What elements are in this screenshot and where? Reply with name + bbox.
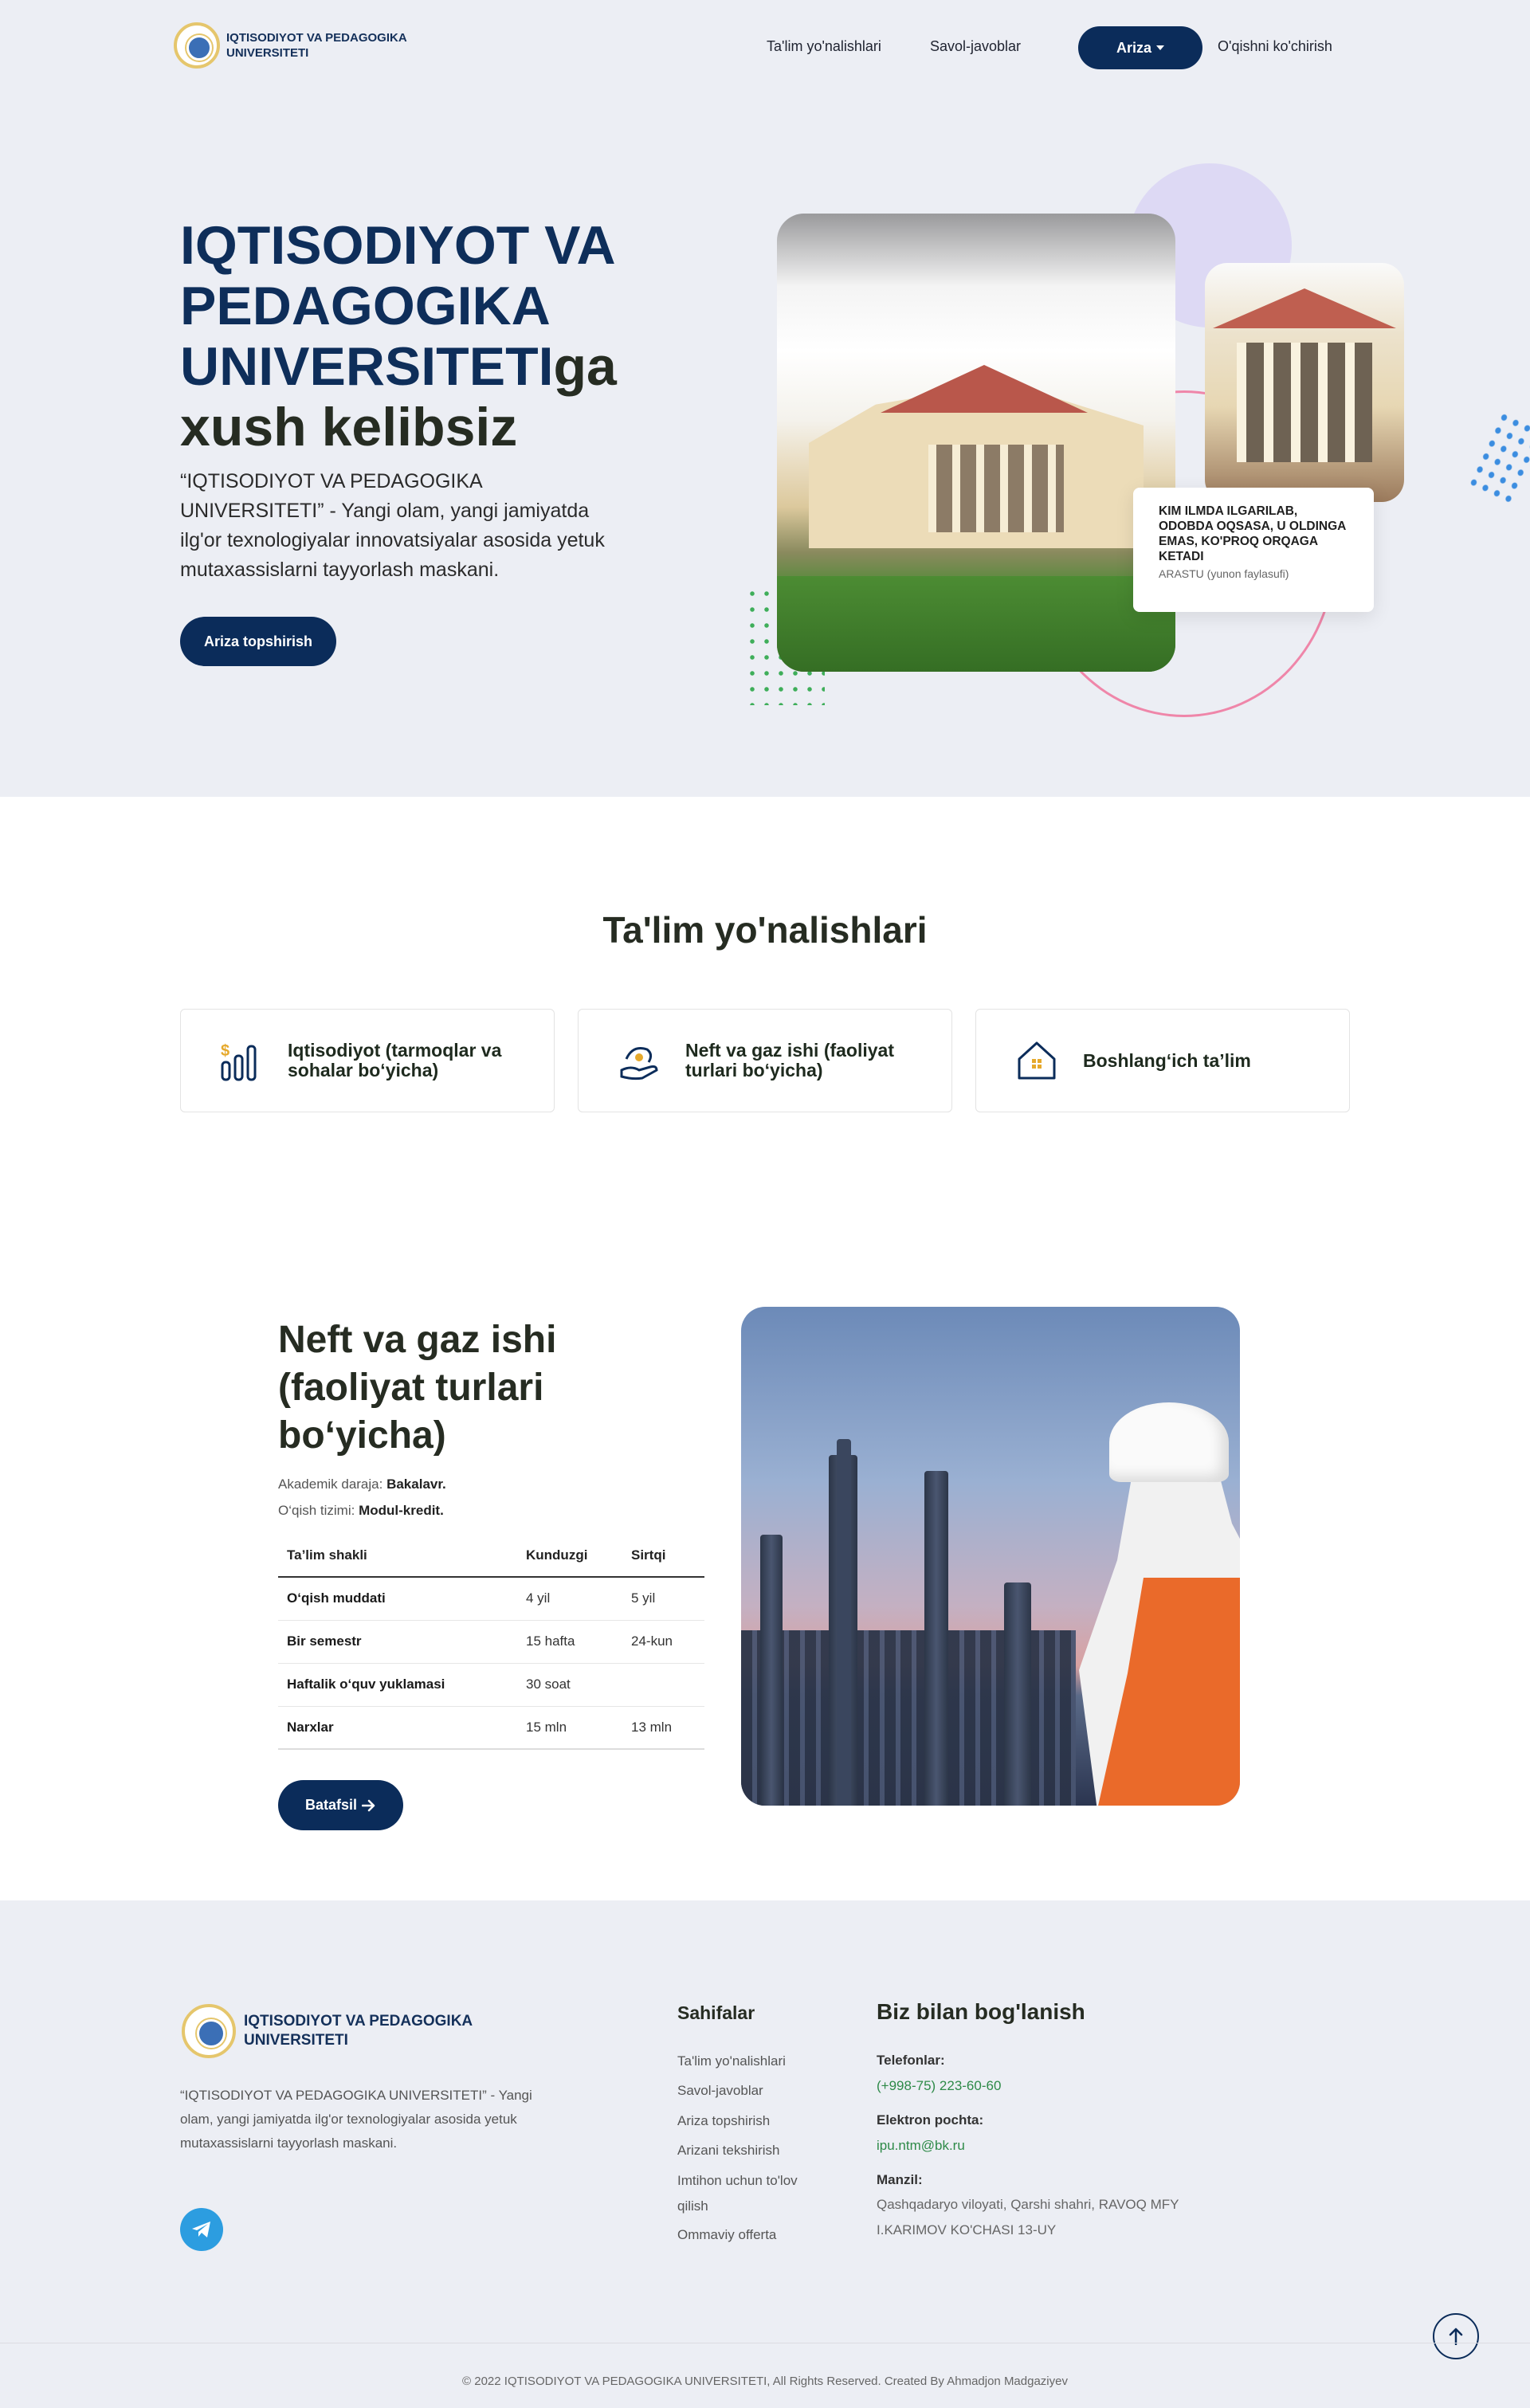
nav-link-directions[interactable]: Ta'lim yo'nalishlari xyxy=(767,38,881,55)
site-header: IQTISODIYOT VA PEDAGOGIKA UNIVERSITETI T… xyxy=(0,0,1530,96)
direction-label: Neft va gaz ishi (faoliyat turlari bo‘yi… xyxy=(685,1040,895,1080)
footer-logo[interactable]: IQTISODIYOT VA PEDAGOGIKA UNIVERSITETI xyxy=(182,2004,499,2058)
study-system-label: O‘qish tizimi: xyxy=(278,1503,355,1518)
telegram-icon xyxy=(192,2222,210,2237)
quote-author: ARASTU (yunon faylasufi) xyxy=(1159,567,1289,580)
degree-label: Akademik daraja: xyxy=(278,1477,383,1492)
table-cell: 5 yil xyxy=(622,1577,704,1621)
footer-link-faq[interactable]: Savol-javoblar xyxy=(677,2078,763,2104)
hero-title-university: IQTISODIYOT VA PEDAGOGIKA UNIVERSITETI xyxy=(180,215,614,397)
direction-card-oil-gas[interactable]: Neft va gaz ishi (faoliyat turlari bo‘yi… xyxy=(578,1009,952,1112)
footer-link-apply[interactable]: Ariza topshirish xyxy=(677,2108,770,2134)
details-button[interactable]: Batafsil xyxy=(278,1780,403,1830)
ariza-dropdown-button[interactable]: Ariza xyxy=(1078,26,1202,69)
table-cell: Bir semestr xyxy=(278,1620,517,1664)
details-label: Batafsil xyxy=(304,1797,358,1813)
university-emblem-icon xyxy=(182,2004,236,2058)
oil-refinery-engineer-photo xyxy=(741,1307,1240,1806)
hand-money-icon xyxy=(620,1047,658,1080)
degree-value: Bakalavr. xyxy=(386,1477,446,1492)
table-row: Haftalik o‘quv yuklamasi 30 soat xyxy=(278,1663,704,1707)
hero-title-welcome: xush kelibsiz xyxy=(180,397,518,457)
table-header-row: Ta’lim shakli Kunduzgi Sirtqi xyxy=(278,1535,704,1578)
address-label: Manzil: xyxy=(877,2172,923,2187)
table-header: Sirtqi xyxy=(622,1535,704,1578)
table-cell: 30 soat xyxy=(517,1663,622,1707)
ariza-label: Ariza xyxy=(1116,39,1151,56)
hero-title: IQTISODIYOT VA PEDAGOGIKA UNIVERSITETIga… xyxy=(180,215,690,457)
direction-label: Iqtisodiyot (tarmoqlar va sohalar bo‘yic… xyxy=(288,1040,502,1080)
table-row: Bir semestr 15 hafta 24-kun xyxy=(278,1620,704,1664)
university-emblem-icon xyxy=(174,22,220,69)
table-header: Ta’lim shakli xyxy=(278,1535,517,1578)
decor-confetti xyxy=(1464,408,1530,508)
program-table: Ta’lim shakli Kunduzgi Sirtqi O‘qish mud… xyxy=(278,1535,704,1750)
email-label: Elektron pochta: xyxy=(877,2112,984,2128)
phone-link[interactable]: (+998-75) 223-60-60 xyxy=(877,2078,1001,2094)
logo-text: IQTISODIYOT VA PEDAGOGIKA UNIVERSITETI xyxy=(226,31,407,60)
phone-label: Telefonlar: xyxy=(877,2053,945,2068)
table-cell xyxy=(622,1663,704,1707)
table-cell: Narxlar xyxy=(278,1706,517,1750)
university-building-photo xyxy=(777,214,1175,672)
email-link[interactable]: ipu.ntm@bk.ru xyxy=(877,2138,965,2154)
table-cell: 4 yil xyxy=(517,1577,622,1621)
chart-coin-icon: $ xyxy=(221,1042,257,1081)
scroll-to-top-button[interactable] xyxy=(1433,2313,1479,2359)
table-cell: 13 mln xyxy=(622,1706,704,1750)
university-facade-photo xyxy=(1205,263,1404,502)
table-cell: 24-kun xyxy=(622,1620,704,1664)
house-icon xyxy=(1018,1041,1056,1080)
apply-button[interactable]: Ariza topshirish xyxy=(180,617,336,666)
table-cell: O‘qish muddati xyxy=(278,1577,517,1621)
footer-link-exam-payment[interactable]: Imtihon uchun to'lov qilish xyxy=(677,2168,829,2219)
footer-link-check-application[interactable]: Arizani tekshirish xyxy=(677,2138,780,2163)
nav-link-transfer[interactable]: O'qishni ko'chirish xyxy=(1218,38,1332,55)
table-cell: 15 hafta xyxy=(517,1620,622,1664)
directions-title: Ta'lim yo'nalishlari xyxy=(602,909,928,951)
site-footer: IQTISODIYOT VA PEDAGOGIKA UNIVERSITETI “… xyxy=(0,1900,1530,2408)
table-cell: 15 mln xyxy=(517,1706,622,1750)
footer-logo-text: IQTISODIYOT VA PEDAGOGIKA UNIVERSITETI xyxy=(244,2013,473,2049)
svg-text:$: $ xyxy=(221,1042,230,1060)
caret-down-icon xyxy=(1156,45,1164,50)
table-row: O‘qish muddati 4 yil 5 yil xyxy=(278,1577,704,1621)
footer-description: “IQTISODIYOT VA PEDAGOGIKA UNIVERSITETI”… xyxy=(180,2088,532,2151)
direction-card-economics[interactable]: $ Iqtisodiyot (tarmoqlar va sohalar bo‘y… xyxy=(180,1009,555,1112)
direction-card-primary-education[interactable]: Boshlang‘ich ta’lim xyxy=(975,1009,1350,1112)
program-title: Neft va gaz ishi (faoliyat turlari bo‘yi… xyxy=(278,1319,557,1457)
quote-card: KIM ILMDA ILGARILAB, ODOBDA OQSASA, U OL… xyxy=(1133,488,1374,612)
site-logo[interactable]: IQTISODIYOT VA PEDAGOGIKA UNIVERSITETI xyxy=(174,22,434,69)
table-header: Kunduzgi xyxy=(517,1535,622,1578)
footer-pages-title: Sahifalar xyxy=(677,2002,755,2023)
address-text: Qashqadaryo viloyati, Qarshi shahri, RAV… xyxy=(877,2197,1179,2237)
table-row: Narxlar 15 mln 13 mln xyxy=(278,1706,704,1750)
footer-link-public-offer[interactable]: Ommaviy offerta xyxy=(677,2222,776,2248)
hero-section: IQTISODIYOT VA PEDAGOGIKA UNIVERSITETIga… xyxy=(0,96,1530,797)
quote-text: KIM ILMDA ILGARILAB, ODOBDA OQSASA, U OL… xyxy=(1159,504,1346,563)
copyright-text: © 2022 IQTISODIYOT VA PEDAGOGIKA UNIVERS… xyxy=(462,2375,1068,2388)
telegram-link[interactable] xyxy=(180,2208,223,2251)
study-system-value: Modul-kredit. xyxy=(359,1503,444,1518)
table-cell: Haftalik o‘quv yuklamasi xyxy=(278,1663,517,1707)
direction-label: Boshlang‘ich ta’lim xyxy=(1083,1049,1251,1071)
hero-title-suffix: ga xyxy=(553,336,617,397)
footer-link-directions[interactable]: Ta'lim yo'nalishlari xyxy=(677,2049,786,2074)
footer-contact-title: Biz bilan bog'lanish xyxy=(877,1999,1085,2024)
arrow-right-icon xyxy=(362,1799,375,1811)
program-meta: Akademik daraja: Bakalavr. O‘qish tizimi… xyxy=(278,1471,446,1524)
hero-description: “IQTISODIYOT VA PEDAGOGIKA UNIVERSITETI”… xyxy=(180,470,605,581)
nav-link-faq[interactable]: Savol-javoblar xyxy=(930,38,1021,55)
